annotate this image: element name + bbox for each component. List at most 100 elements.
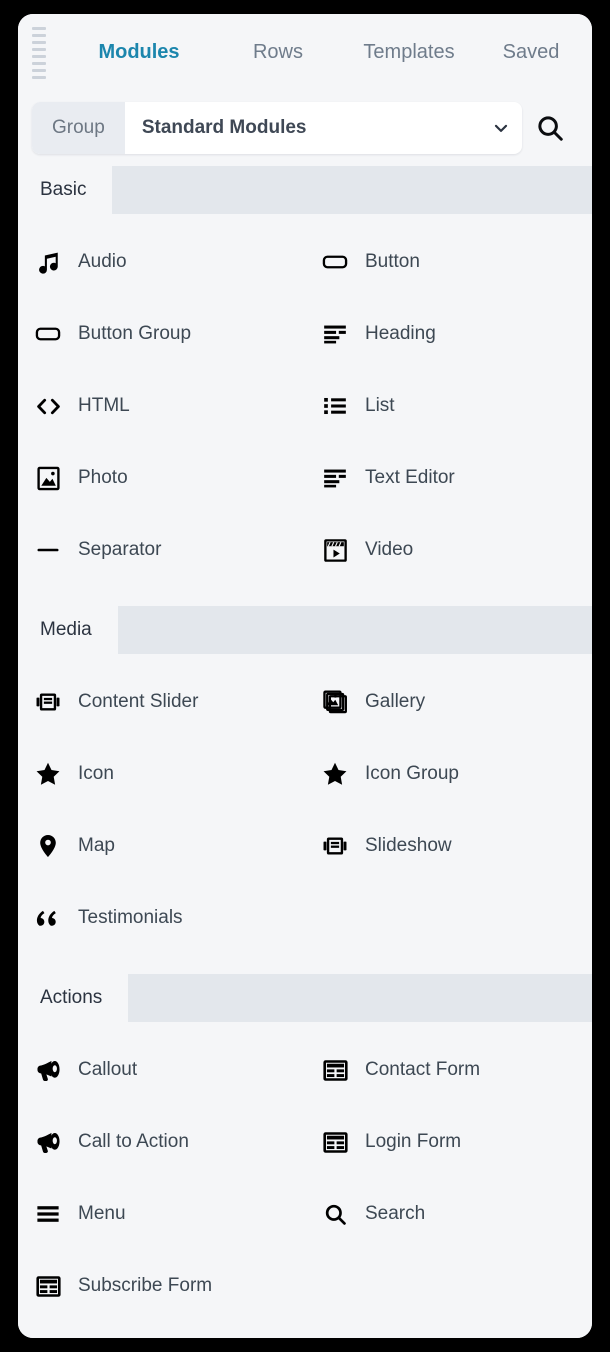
module-item[interactable]: Icon Group [305, 738, 592, 810]
module-item[interactable]: Search [305, 1178, 592, 1250]
hamburger-menu-icon [18, 1201, 78, 1227]
module-item[interactable]: Testimonials [18, 882, 305, 954]
module-item[interactable]: Audio [18, 226, 305, 298]
module-item[interactable]: List [305, 370, 592, 442]
tab-rows[interactable]: Rows [214, 41, 342, 64]
group-select[interactable]: Group Standard Modules [32, 101, 522, 154]
section-header-fill [112, 166, 592, 214]
module-item-label: Text Editor [365, 467, 455, 488]
module-sections: Basic Audio Button Button Group Heading HTML L… [18, 164, 592, 1338]
module-item[interactable]: Subscribe Form [18, 1250, 305, 1322]
module-item[interactable]: Button [305, 226, 592, 298]
section-body: Content Slider Gallery Icon Icon Group Map Sl… [18, 654, 592, 972]
module-item-label: Slideshow [365, 835, 452, 856]
module-item[interactable]: Gallery [305, 666, 592, 738]
horizontal-rule-icon [18, 537, 78, 563]
module-item-label: Call to Action [78, 1131, 189, 1152]
module-item[interactable]: Button Group [18, 298, 305, 370]
module-item[interactable]: Menu [18, 1178, 305, 1250]
form-table-icon [18, 1273, 78, 1300]
section-body: Callout Contact Form Call to Action Login F… [18, 1022, 592, 1338]
module-item-label: Heading [365, 323, 436, 344]
form-table-icon [305, 1057, 365, 1084]
section-title: Media [18, 606, 118, 654]
module-item-label: Audio [78, 251, 127, 272]
module-item[interactable]: HTML [18, 370, 305, 442]
text-lines-icon [305, 465, 365, 491]
module-picker-panel: Modules Rows Templates Saved Group Stand… [18, 14, 592, 1338]
group-select-value[interactable]: Standard Modules [125, 117, 480, 139]
button-rect-icon [305, 248, 365, 276]
module-grid: Content Slider Gallery Icon Icon Group Map Sl… [18, 666, 592, 954]
module-item-label: Icon Group [365, 763, 459, 784]
module-item-label: Testimonials [78, 907, 183, 928]
module-item-label: Gallery [365, 691, 426, 712]
section-body: Audio Button Button Group Heading HTML List Ph… [18, 214, 592, 604]
module-item-label: Icon [78, 763, 114, 784]
module-item[interactable]: Map [18, 810, 305, 882]
section-title: Actions [18, 974, 129, 1022]
tab-bar: Modules Rows Templates Saved [64, 14, 592, 91]
module-item-label: Menu [78, 1203, 126, 1224]
group-label: Group [32, 101, 125, 154]
module-item[interactable]: Separator [18, 514, 305, 586]
star-icon [305, 760, 365, 788]
module-item-label: Login Form [365, 1131, 462, 1152]
drag-handle-icon[interactable] [32, 27, 46, 79]
heading-lines-icon [305, 321, 365, 347]
module-item-label: Map [78, 835, 115, 856]
module-item-label: Photo [78, 467, 128, 488]
module-item-label: Button Group [78, 323, 192, 344]
music-note-icon [18, 249, 78, 275]
section-header: Basic [18, 166, 592, 214]
search-icon[interactable] [522, 102, 578, 154]
tab-modules[interactable]: Modules [64, 41, 214, 64]
map-pin-icon [18, 833, 78, 859]
megaphone-icon [18, 1057, 78, 1084]
module-grid: Callout Contact Form Call to Action Login F… [18, 1034, 592, 1322]
module-item[interactable]: Icon [18, 738, 305, 810]
module-item[interactable]: Login Form [305, 1106, 592, 1178]
megaphone-icon [18, 1129, 78, 1156]
code-brackets-icon [18, 393, 78, 420]
tab-saved[interactable]: Saved [476, 41, 586, 64]
module-item-label: Callout [78, 1059, 138, 1080]
photo-icon [18, 465, 78, 492]
module-item-label: Contact Form [365, 1059, 481, 1080]
star-icon [18, 760, 78, 788]
section-header-fill [118, 606, 592, 654]
module-item[interactable]: Photo [18, 442, 305, 514]
section-header: Actions [18, 974, 592, 1022]
tab-templates[interactable]: Templates [342, 41, 476, 64]
module-item-label: Button [365, 251, 420, 272]
module-item[interactable]: Text Editor [305, 442, 592, 514]
module-item[interactable]: Call to Action [18, 1106, 305, 1178]
module-item-label: List [365, 395, 395, 416]
module-item-label: Video [365, 539, 414, 560]
section-title: Basic [18, 166, 113, 214]
gallery-stack-icon [305, 689, 365, 716]
section-header-fill [128, 974, 592, 1022]
module-item[interactable]: Callout [18, 1034, 305, 1106]
button-rect-icon [18, 320, 78, 348]
carousel-icon [305, 833, 365, 859]
module-item-label: Search [365, 1203, 426, 1224]
section-header: Media [18, 606, 592, 654]
module-item-label: HTML [78, 395, 130, 416]
module-item[interactable]: Video [305, 514, 592, 586]
video-clapperboard-icon [305, 537, 365, 564]
bullet-list-icon [305, 393, 365, 419]
module-item[interactable]: Slideshow [305, 810, 592, 882]
module-item[interactable]: Contact Form [305, 1034, 592, 1106]
panel-header: Modules Rows Templates Saved [18, 14, 592, 91]
chevron-down-icon[interactable] [480, 118, 522, 138]
form-table-icon [305, 1129, 365, 1156]
module-item[interactable]: Content Slider [18, 666, 305, 738]
toolbar: Group Standard Modules [18, 91, 592, 164]
carousel-icon [18, 689, 78, 715]
module-item-label: Subscribe Form [78, 1275, 213, 1296]
module-item-label: Separator [78, 539, 162, 560]
module-item[interactable]: Heading [305, 298, 592, 370]
search-icon [305, 1202, 365, 1227]
module-item-label: Content Slider [78, 691, 199, 712]
